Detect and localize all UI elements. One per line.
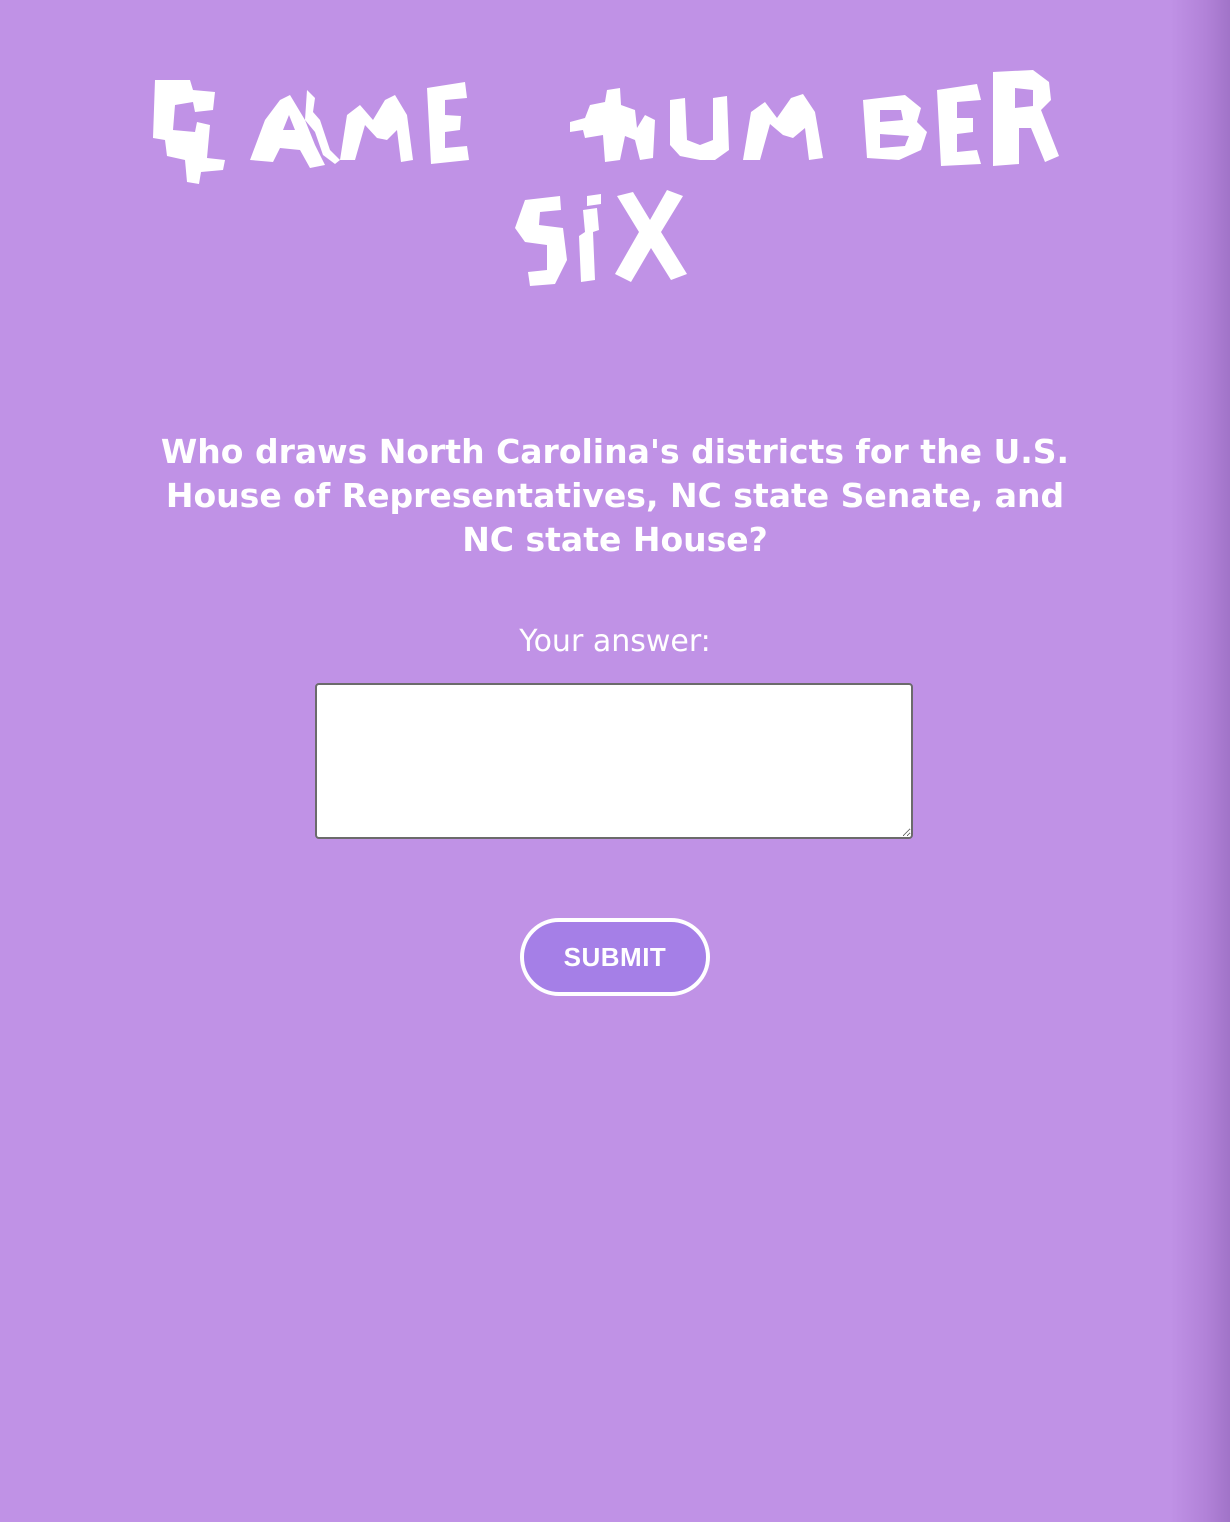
question-text: Who draws North Carolina's districts for… [160, 432, 1070, 559]
district-letter-title-art [153, 70, 1059, 286]
answer-textarea[interactable] [315, 683, 913, 839]
page-title: GAME NUMBER SIX [0, 60, 1230, 310]
submit-button[interactable]: SUBMIT [520, 918, 710, 996]
answer-label: Your answer: [519, 624, 711, 659]
